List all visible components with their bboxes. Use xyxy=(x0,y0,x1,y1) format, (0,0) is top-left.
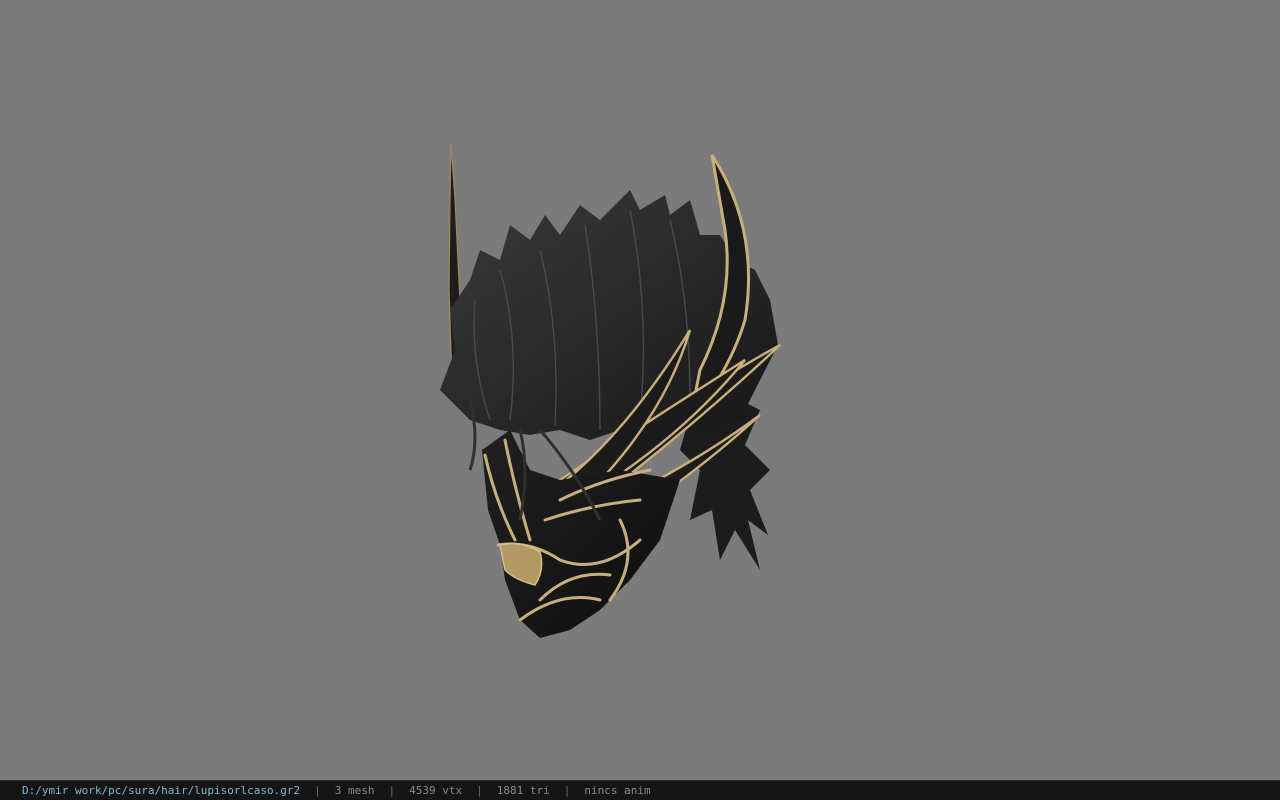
file-path: D:/ymir work/pc/sura/hair/lupisorlcaso.g… xyxy=(22,784,301,797)
vertex-count: 4539 vtx xyxy=(409,784,463,797)
triangle-count: 1881 tri xyxy=(496,784,550,797)
hair-helmet-model xyxy=(440,142,781,638)
animation-status: nincs anim xyxy=(584,784,651,797)
mesh-count: 3 mesh xyxy=(334,784,375,797)
separator: | xyxy=(563,784,571,797)
3d-viewport[interactable] xyxy=(0,0,1280,780)
separator: | xyxy=(476,784,483,797)
separator: | xyxy=(314,784,321,797)
status-bar: D:/ymir work/pc/sura/hair/lupisorlcaso.g… xyxy=(0,780,1280,800)
separator: | xyxy=(388,784,396,797)
